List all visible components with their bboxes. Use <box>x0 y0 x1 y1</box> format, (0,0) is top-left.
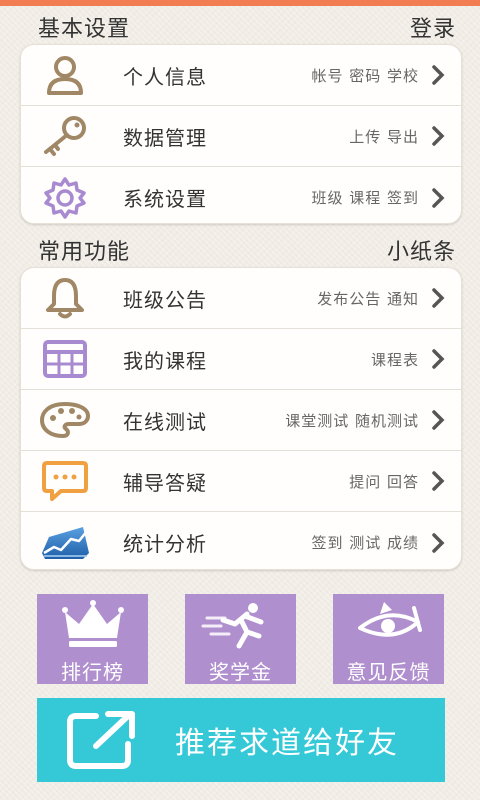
menu-item-label: 辅导答疑 <box>123 470 207 495</box>
menu-item-hint: 上传 导出 <box>349 127 419 146</box>
feedback-tile[interactable]: 意见反馈 <box>333 594 444 684</box>
chevron-right-icon <box>432 532 445 553</box>
login-link[interactable]: 登录 <box>410 11 456 43</box>
menu-item-hint: 课堂测试 随机测试 <box>285 411 419 430</box>
chevron-right-icon <box>432 65 445 85</box>
chart-icon <box>35 521 95 565</box>
menu-item-system-settings[interactable]: 系统设置 班级 课程 签到 <box>21 167 461 223</box>
menu-item-hint: 班级 课程 签到 <box>311 189 419 207</box>
gear-icon <box>35 176 95 220</box>
menu-item-hint: 发布公告 通知 <box>317 289 419 308</box>
chevron-right-icon <box>432 471 445 491</box>
share-label: 推荐求道给好友 <box>175 726 399 761</box>
chevron-right-icon <box>432 288 445 308</box>
chat-icon <box>35 459 95 503</box>
crown-icon <box>61 600 125 650</box>
menu-item-hint: 提问 回答 <box>349 472 419 491</box>
eye-icon <box>354 600 424 650</box>
menu-item-online-test[interactable]: 在线测试 课堂测试 随机测试 <box>21 390 461 451</box>
tile-label: 意见反馈 <box>346 660 431 684</box>
notes-link[interactable]: 小纸条 <box>387 234 456 266</box>
chevron-right-icon <box>432 349 445 369</box>
chevron-right-icon <box>432 410 445 430</box>
menu-item-label: 统计分析 <box>123 532 207 556</box>
menu-item-label: 我的课程 <box>123 348 207 373</box>
key-icon <box>35 114 95 158</box>
top-accent-strip <box>0 0 480 6</box>
menu-item-hint: 帐号 密码 学校 <box>311 66 419 85</box>
menu-item-label: 班级公告 <box>123 287 207 312</box>
chevron-right-icon <box>432 187 445 208</box>
chevron-right-icon <box>432 126 445 146</box>
menu-item-statistics[interactable]: 统计分析 签到 测试 成绩 <box>21 512 461 569</box>
menu-item-label: 数据管理 <box>123 125 207 150</box>
menu-item-my-courses[interactable]: 我的课程 课程表 <box>21 329 461 390</box>
menu-item-class-notice[interactable]: 班级公告 发布公告 通知 <box>21 268 461 329</box>
runner-icon <box>201 600 281 650</box>
common-functions-title: 常用功能 <box>38 240 131 265</box>
menu-item-personal-info[interactable]: 个人信息 帐号 密码 学校 <box>21 45 461 106</box>
menu-item-data-management[interactable]: 数据管理 上传 导出 <box>21 106 461 167</box>
recommend-to-friends-button[interactable]: 推荐求道给好友 <box>37 698 445 782</box>
common-functions-header: 常用功能 小纸条 <box>38 233 456 267</box>
menu-item-tutoring-qa[interactable]: 辅导答疑 提问 回答 <box>21 451 461 512</box>
tile-label: 排行榜 <box>61 660 124 684</box>
common-functions-card: 班级公告 发布公告 通知 我的课程 课程表 在线测试 课堂测试 随机测试 辅导答… <box>20 267 462 570</box>
menu-item-label: 在线测试 <box>123 409 207 434</box>
calendar-icon <box>35 337 95 381</box>
scholarship-tile[interactable]: 奖学金 <box>185 594 296 684</box>
bell-icon <box>35 276 95 320</box>
menu-item-hint: 签到 测试 成绩 <box>311 534 419 552</box>
share-icon <box>63 708 141 772</box>
tile-label: 奖学金 <box>209 660 272 684</box>
basic-settings-card: 个人信息 帐号 密码 学校 数据管理 上传 导出 系统设置 班级 课程 签到 <box>20 44 462 224</box>
user-icon <box>35 53 95 97</box>
palette-icon <box>35 398 95 442</box>
menu-item-hint: 课程表 <box>370 350 419 369</box>
menu-item-label: 系统设置 <box>123 187 207 211</box>
ranking-tile[interactable]: 排行榜 <box>37 594 148 684</box>
menu-item-label: 个人信息 <box>123 64 207 89</box>
basic-settings-header: 基本设置 登录 <box>38 10 456 44</box>
basic-settings-title: 基本设置 <box>38 17 131 42</box>
